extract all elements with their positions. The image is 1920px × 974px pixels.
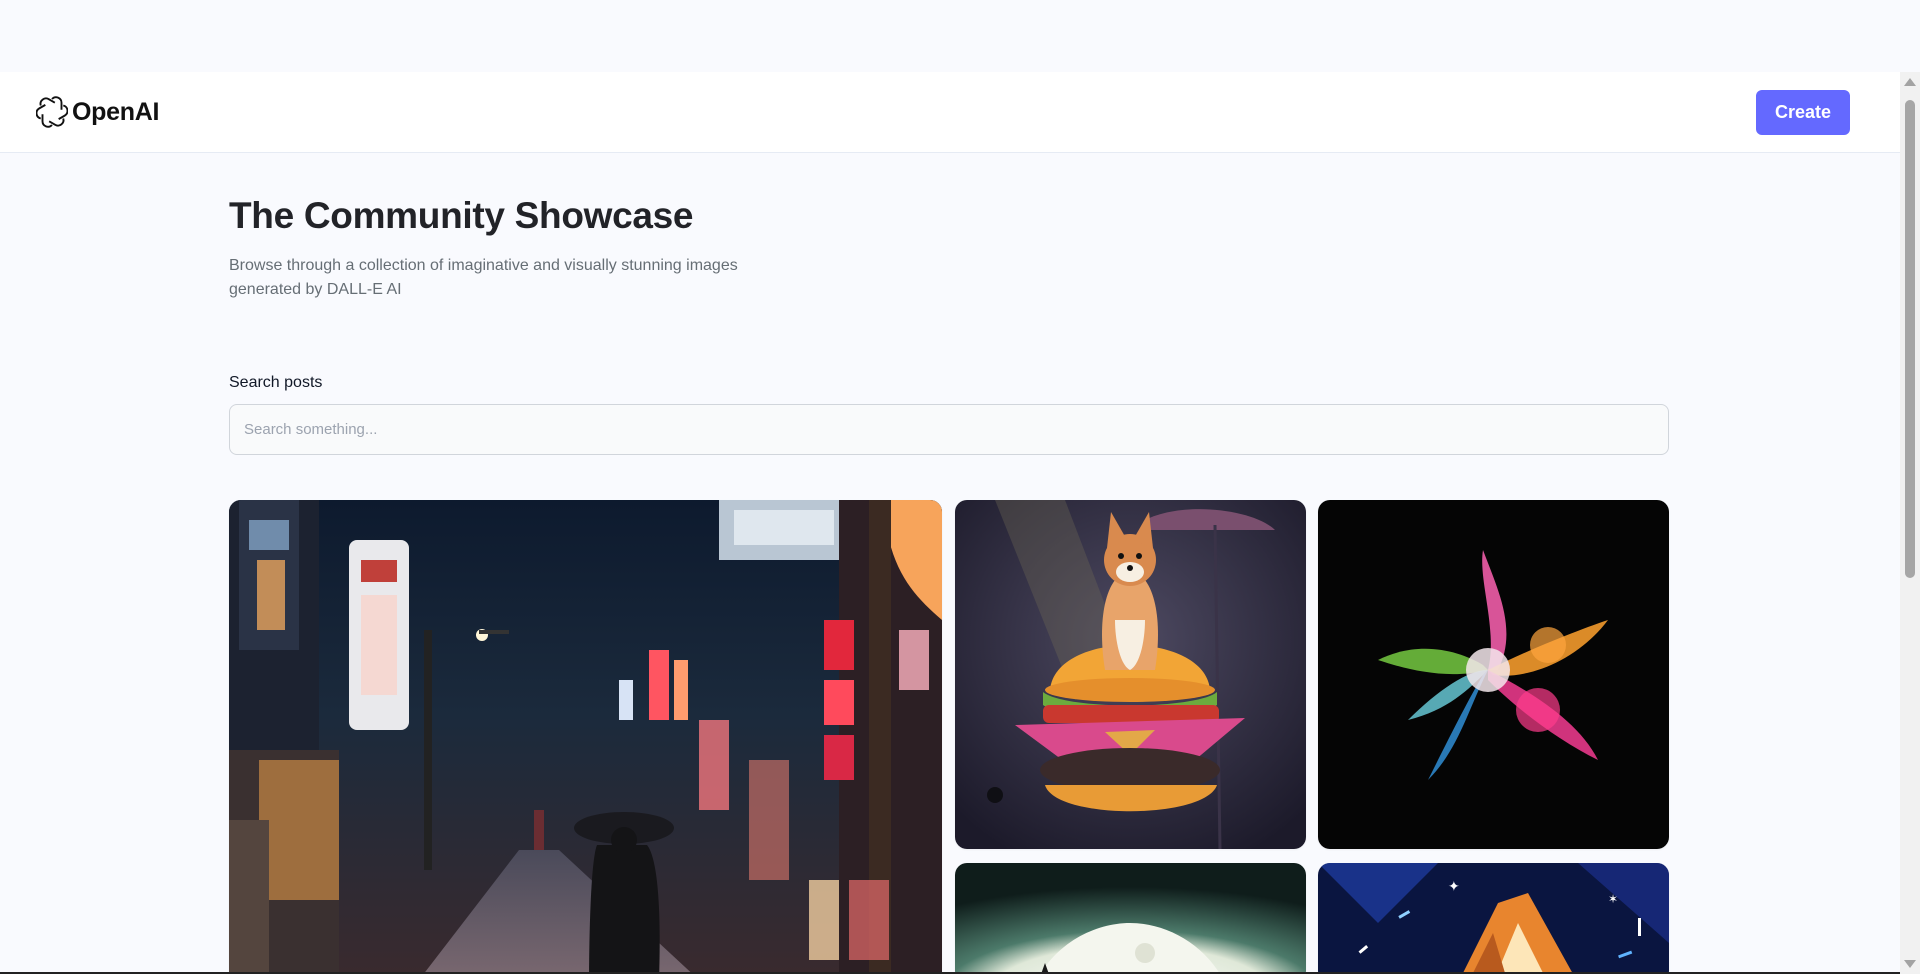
openai-logo-icon [36,96,68,128]
svg-text:✶: ✶ [1608,892,1618,906]
dog-burger-image [955,500,1306,849]
scroll-up-arrow-icon[interactable] [1904,78,1916,86]
navbar: OpenAI Create [0,72,1900,153]
search-section: Search posts [229,374,1669,455]
image-gallery: ✦ ✶ [229,500,1669,974]
scroll-thumb[interactable] [1905,100,1915,578]
page-scrollbar[interactable] [1900,72,1920,974]
page-subtitle: Browse through a collection of imaginati… [229,257,738,298]
logo-text: OpenAI [72,97,160,126]
gallery-card-fox[interactable]: ✦ ✶ [1318,863,1669,974]
page-title: The Community Showcase [229,195,694,236]
gallery-card-moon[interactable] [955,863,1306,974]
fox-image: ✦ ✶ [1318,863,1669,974]
create-button[interactable]: Create [1756,89,1850,135]
gallery-card-dog-burger[interactable] [955,500,1306,849]
gallery-card-powder-explosion[interactable] [1318,500,1669,849]
scroll-down-arrow-icon[interactable] [1904,960,1916,968]
home-logo-link[interactable]: OpenAI [36,96,159,128]
browser-top-strip [0,0,1920,72]
powder-explosion-image [1318,500,1669,849]
gallery-card-city-street[interactable] [229,500,942,974]
moon-image [955,863,1306,974]
svg-text:✦: ✦ [1448,879,1460,895]
search-input[interactable] [229,404,1669,455]
main-content: The Community Showcase Browse through a … [229,153,1669,455]
search-label: Search posts [229,374,323,391]
city-street-image [229,500,942,974]
